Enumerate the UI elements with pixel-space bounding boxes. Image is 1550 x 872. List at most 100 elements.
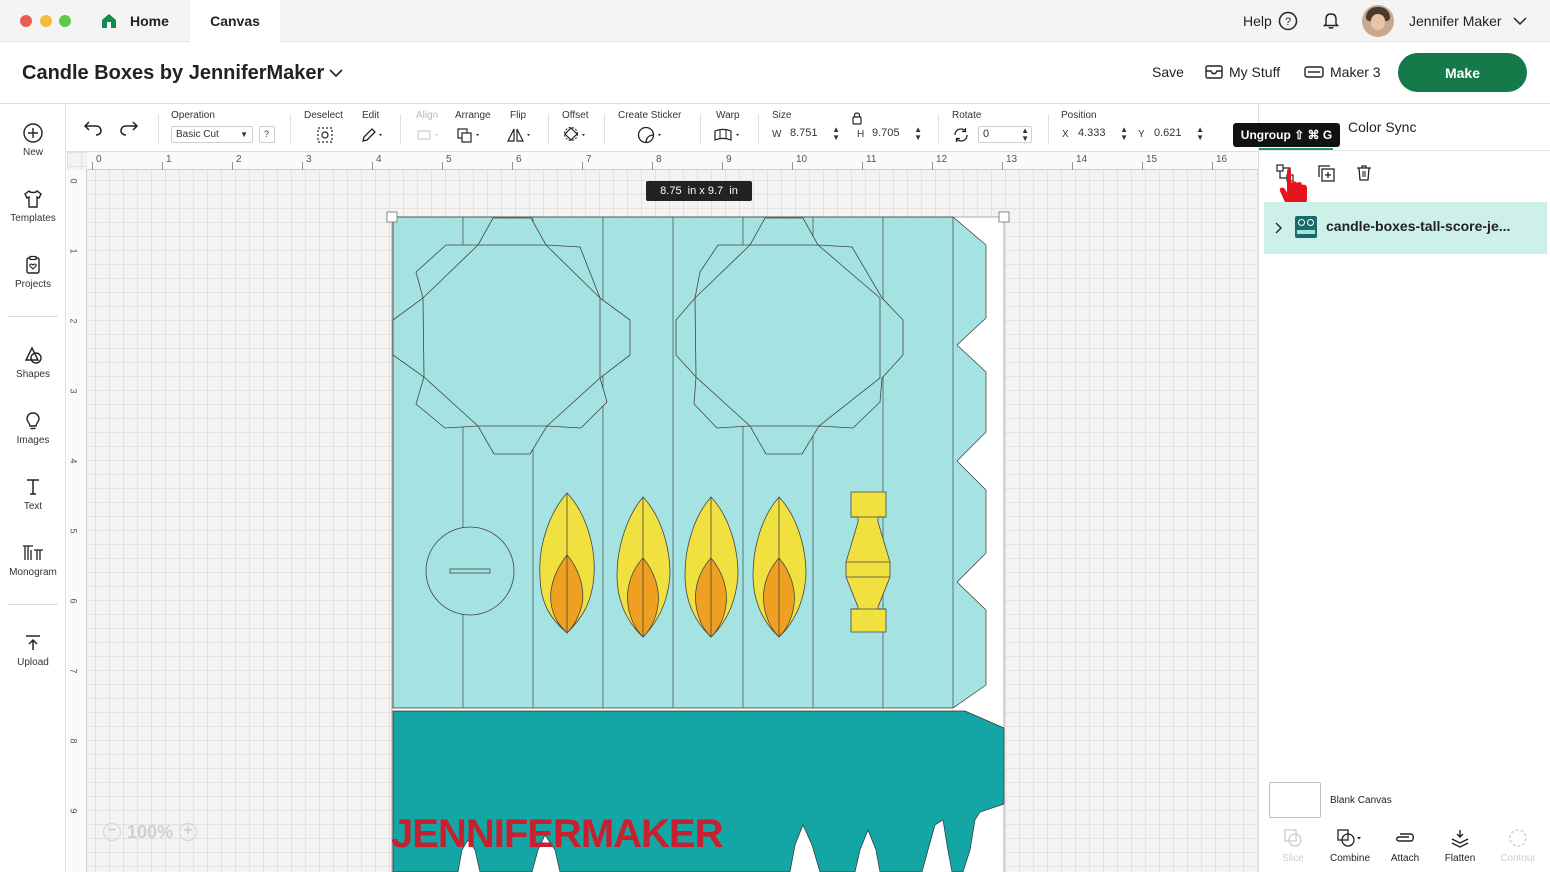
lock-icon[interactable]	[851, 111, 863, 125]
ruler-top-line	[442, 162, 443, 170]
ruler-top-line	[932, 162, 933, 170]
flatten-button[interactable]: Flatten	[1434, 828, 1486, 864]
operation-select[interactable]: Basic Cut ▼	[171, 126, 253, 143]
arrange-icon[interactable]	[456, 126, 484, 144]
attach-button[interactable]: Attach	[1379, 828, 1431, 864]
ruler-left-tick: 8	[68, 738, 79, 744]
layer-row[interactable]: candle-boxes-tall-score-je...	[1264, 202, 1547, 254]
edit-pencil-icon[interactable]	[360, 126, 386, 144]
left-sidebar: New Templates Projects Shapes Images Tex…	[0, 104, 66, 872]
ruler-top-tick: 2	[236, 154, 242, 165]
ruler-top-line	[92, 162, 93, 170]
toolbar-divider	[1048, 114, 1049, 144]
ruler-left-tick: 5	[68, 528, 79, 534]
y-label: Y	[1138, 128, 1145, 140]
position-y-value: 0.621	[1154, 127, 1182, 139]
width-value: 8.751	[790, 127, 818, 139]
toolbar-divider	[700, 114, 701, 144]
user-name: Jennifer Maker	[1409, 13, 1502, 29]
ruler-left-tick: 1	[68, 248, 79, 254]
sidebar-item-projects[interactable]: Projects	[0, 254, 66, 290]
ruler-left-tick: 4	[68, 458, 79, 464]
chevron-down-icon	[329, 69, 343, 78]
ruler-top-tick: 6	[516, 154, 522, 165]
width-input[interactable]: 8.751 ▲ ▼	[786, 126, 842, 143]
sidebar-label-projects: Projects	[14, 279, 52, 290]
text-t-icon	[27, 479, 39, 495]
blank-canvas-swatch[interactable]	[1269, 782, 1321, 818]
rotate-input[interactable]: 0 ▲ ▼	[978, 126, 1032, 143]
deselect-icon[interactable]	[316, 126, 334, 144]
warp-icon[interactable]	[712, 126, 744, 144]
machine-button[interactable]: Maker 3	[1304, 62, 1381, 82]
machine-label: Maker 3	[1330, 64, 1381, 80]
tab-canvas-label: Canvas	[210, 13, 260, 29]
project-header: Candle Boxes by JenniferMaker Save My St…	[0, 42, 1550, 104]
blank-canvas-label: Blank Canvas	[1330, 795, 1392, 806]
ruler-top-tick: 5	[446, 154, 452, 165]
sidebar-item-upload[interactable]: Upload	[0, 632, 66, 668]
offset-icon[interactable]	[562, 126, 590, 144]
position-y-input[interactable]: 0.621 ▲ ▼	[1150, 126, 1206, 143]
save-button[interactable]: Save	[1152, 64, 1184, 80]
ruler-top-line	[652, 162, 653, 170]
combine-button[interactable]: Combine	[1323, 828, 1377, 864]
sidebar-divider	[8, 316, 58, 317]
trash-icon[interactable]	[1354, 163, 1374, 183]
monogram-icon	[23, 545, 43, 560]
redo-icon[interactable]	[118, 119, 140, 137]
ruler-left-tick: 0	[68, 178, 79, 184]
sidebar-label-images: Images	[16, 435, 50, 446]
ruler-top-line	[582, 162, 583, 170]
minimize-window-button[interactable]	[40, 15, 52, 27]
ruler-top-line	[302, 162, 303, 170]
home-icon	[102, 14, 116, 28]
project-title-menu[interactable]: Candle Boxes by JenniferMaker	[22, 60, 344, 86]
close-window-button[interactable]	[20, 15, 32, 27]
combine-label: Combine	[1329, 853, 1371, 864]
sticker-icon[interactable]	[636, 126, 666, 144]
zoom-in-button[interactable]: +	[179, 823, 198, 841]
ruler-top-tick: 4	[376, 154, 382, 165]
clipboard-heart-icon	[26, 255, 40, 274]
my-stuff-button[interactable]: My Stuff	[1205, 62, 1280, 82]
height-input[interactable]: 9.705 ▲ ▼	[868, 126, 924, 143]
svg-text:?: ?	[1285, 16, 1291, 28]
ruler-top-tick: 7	[586, 154, 592, 165]
tab-color-sync[interactable]: Color Sync	[1348, 119, 1416, 135]
create-sticker-label: Create Sticker	[618, 110, 682, 121]
chevron-right-icon[interactable]	[1274, 221, 1284, 235]
position-x-input[interactable]: 4.333 ▲ ▼	[1074, 126, 1130, 143]
sidebar-item-images[interactable]: Images	[0, 410, 66, 446]
shirt-icon	[24, 189, 42, 208]
tab-canvas[interactable]: Canvas	[190, 0, 280, 42]
make-button[interactable]: Make	[1398, 53, 1527, 92]
sidebar-item-new[interactable]: New	[0, 122, 66, 158]
position-label: Position	[1061, 110, 1097, 121]
bell-icon[interactable]	[1321, 10, 1341, 30]
sidebar-item-text[interactable]: Text	[0, 476, 66, 512]
project-title: Candle Boxes by JenniferMaker	[22, 61, 325, 84]
user-menu[interactable]: Jennifer Maker	[1409, 10, 1528, 32]
sidebar-item-monogram[interactable]: Monogram	[0, 542, 66, 578]
sidebar-item-shapes[interactable]: Shapes	[0, 344, 66, 380]
ruler-top-tick: 15	[1146, 154, 1158, 165]
arrange-label: Arrange	[455, 110, 491, 121]
layer-name: candle-boxes-tall-score-je...	[1326, 218, 1511, 234]
ruler-top-tick: 3	[306, 154, 312, 165]
ruler-left-tick: 3	[68, 388, 79, 394]
toolbar-divider	[400, 114, 401, 144]
avatar[interactable]	[1362, 5, 1394, 37]
duplicate-icon[interactable]	[1316, 163, 1336, 183]
undo-icon[interactable]	[82, 119, 104, 137]
flip-icon[interactable]	[506, 126, 534, 144]
help-button[interactable]: Help ?	[1243, 10, 1298, 32]
zoom-out-button[interactable]: −	[103, 823, 121, 841]
operation-help-button[interactable]: ?	[259, 126, 275, 143]
sidebar-item-templates[interactable]: Templates	[0, 188, 66, 224]
tab-home[interactable]: Home	[100, 0, 188, 42]
maximize-window-button[interactable]	[59, 15, 71, 27]
combine-icon	[1337, 829, 1361, 847]
design-canvas[interactable]: 8.75 in x 9.7 in − 100% + JENNIFERMAKER	[67, 152, 1258, 872]
design-artwork[interactable]	[67, 152, 1258, 872]
